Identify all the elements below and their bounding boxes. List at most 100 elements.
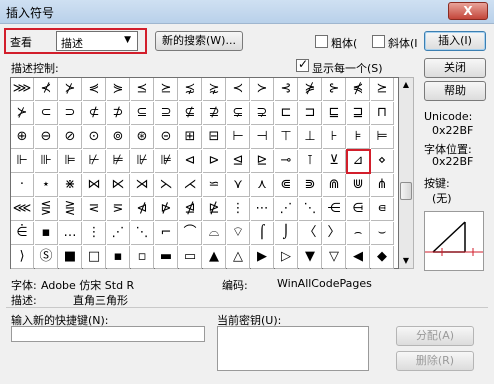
symbol-cell[interactable]: ⋔: [371, 174, 394, 197]
symbol-cell[interactable]: ⊏: [275, 102, 298, 125]
symbol-cell[interactable]: ⊲: [179, 150, 202, 173]
symbol-cell[interactable]: ⌡: [275, 222, 298, 245]
symbol-cell[interactable]: ⊊: [227, 102, 250, 125]
symbol-cell[interactable]: ⋲: [323, 198, 346, 221]
symbol-cell[interactable]: ▫: [131, 246, 154, 269]
symbol-cell[interactable]: ⊟: [203, 126, 226, 149]
symbol-cell[interactable]: ⋟: [107, 78, 130, 101]
symbol-cell[interactable]: ⋮: [83, 222, 106, 245]
symbol-cell[interactable]: ⊙: [83, 126, 106, 149]
symbol-cell[interactable]: ⪰: [155, 78, 178, 101]
symbol-cell[interactable]: ⊉: [203, 102, 226, 125]
symbol-cell[interactable]: ⊒: [347, 102, 370, 125]
symbol-cell[interactable]: ⊭: [107, 150, 130, 173]
symbol-cell[interactable]: ⊞: [179, 126, 202, 149]
symbol-cell[interactable]: ⊫: [59, 150, 82, 173]
symbol-cell[interactable]: ▼: [299, 246, 322, 269]
symbol-cell[interactable]: …: [59, 222, 82, 245]
symbol-cell[interactable]: ⊺: [299, 150, 322, 173]
symbol-cell[interactable]: ▶: [251, 246, 274, 269]
symbol-cell[interactable]: ⊕: [11, 126, 34, 149]
symbol-cell[interactable]: ⊁: [59, 78, 82, 101]
symbol-cell[interactable]: ·: [11, 174, 34, 197]
symbol-cell[interactable]: ⋈: [83, 174, 106, 197]
scroll-down-icon[interactable]: ▼: [399, 254, 413, 268]
symbol-cell[interactable]: ⪯: [131, 78, 154, 101]
symbol-cell[interactable]: ⊘: [59, 126, 82, 149]
symbol-cell[interactable]: ⋙: [11, 78, 34, 101]
symbol-cell[interactable]: ⋉: [107, 174, 130, 197]
symbol-cell[interactable]: ⋓: [347, 174, 370, 197]
scroll-up-icon[interactable]: ▲: [399, 78, 413, 92]
symbol-cell[interactable]: ⋠: [347, 78, 370, 101]
view-select[interactable]: 描述 ▼: [56, 31, 138, 51]
symbol-cell[interactable]: ⋒: [323, 174, 346, 197]
symbol-cell[interactable]: ⊻: [323, 150, 346, 173]
symbol-cell[interactable]: ◆: [371, 246, 394, 269]
symbol-cell[interactable]: ⋛: [59, 198, 82, 221]
symbol-cell[interactable]: ⊤: [275, 126, 298, 149]
symbol-cell[interactable]: ⊴: [227, 150, 250, 173]
symbol-cell[interactable]: ⋵: [11, 222, 34, 245]
symbol-cell[interactable]: ▪: [35, 222, 58, 245]
symbol-cell[interactable]: ⊂: [35, 102, 58, 125]
show-each-checkbox[interactable]: [296, 57, 309, 72]
symbol-cell[interactable]: ⋫: [155, 198, 178, 221]
symbol-cell[interactable]: ⊀: [35, 78, 58, 101]
symbol-cell[interactable]: ⌐: [155, 222, 178, 245]
symbol-cell[interactable]: ⊿: [346, 149, 371, 174]
symbol-cell[interactable]: ⋨: [179, 78, 202, 101]
current-keys-list[interactable]: [217, 326, 369, 371]
symbol-cell[interactable]: ⊇: [155, 102, 178, 125]
symbol-cell[interactable]: ▬: [155, 246, 178, 269]
symbol-cell[interactable]: ⊄: [83, 102, 106, 125]
help-button[interactable]: 帮助: [424, 81, 486, 101]
symbol-cell[interactable]: ⊨: [371, 126, 394, 149]
symbol-cell[interactable]: ⋆: [35, 174, 58, 197]
symbol-cell[interactable]: □: [83, 246, 106, 269]
remove-button[interactable]: 删除(R): [396, 351, 474, 371]
symbol-cell[interactable]: ⋴: [371, 198, 394, 221]
symbol-cell[interactable]: ⟩: [11, 246, 34, 269]
symbol-cell[interactable]: ⊋: [251, 102, 274, 125]
symbol-cell[interactable]: ⋍: [203, 174, 226, 197]
grid-scrollbar[interactable]: ▲ ▼: [399, 77, 414, 269]
symbol-cell[interactable]: ⋐: [275, 174, 298, 197]
bold-checkbox[interactable]: [315, 35, 328, 48]
symbol-cell[interactable]: ⊰: [275, 78, 298, 101]
symbol-cell[interactable]: ⊐: [299, 102, 322, 125]
symbol-cell[interactable]: ⋊: [131, 174, 154, 197]
scroll-thumb[interactable]: [400, 182, 412, 200]
symbol-cell[interactable]: ⊣: [251, 126, 274, 149]
symbol-cell[interactable]: ⊪: [35, 150, 58, 173]
symbol-cell[interactable]: ⋯: [251, 198, 274, 221]
symbol-cell[interactable]: ⋩: [203, 78, 226, 101]
symbol-cell[interactable]: ⋱: [299, 198, 322, 221]
symbol-cell[interactable]: ⋱: [131, 222, 154, 245]
symbol-cell[interactable]: ⋚: [35, 198, 58, 221]
symbol-cell[interactable]: ⋮: [227, 198, 250, 221]
symbol-cell[interactable]: ⊖: [35, 126, 58, 149]
symbol-cell[interactable]: ≺: [227, 78, 250, 101]
symbol-cell[interactable]: ⊦: [323, 126, 346, 149]
symbol-cell[interactable]: ⌔: [227, 222, 250, 245]
symbol-cell[interactable]: ⊈: [179, 102, 202, 125]
symbol-cell[interactable]: ◀: [347, 246, 370, 269]
symbol-cell[interactable]: ⋡: [299, 78, 322, 101]
symbol-cell[interactable]: ⊢: [227, 126, 250, 149]
symbol-cell[interactable]: ⋌: [179, 174, 202, 197]
symbol-cell[interactable]: ⊓: [371, 102, 394, 125]
symbol-cell[interactable]: ⋰: [107, 222, 130, 245]
symbol-cell[interactable]: ⊚: [107, 126, 130, 149]
symbol-cell[interactable]: ▷: [275, 246, 298, 269]
symbol-cell[interactable]: ⌠: [251, 222, 274, 245]
symbol-cell[interactable]: ⋬: [179, 198, 202, 221]
symbol-cell[interactable]: ⋰: [275, 198, 298, 221]
symbol-cell[interactable]: ⊸: [275, 150, 298, 173]
symbol-cell[interactable]: ⊯: [155, 150, 178, 173]
symbol-cell[interactable]: ⋑: [299, 174, 322, 197]
symbol-cell[interactable]: ⊳: [203, 150, 226, 173]
new-key-input[interactable]: [11, 326, 205, 342]
symbol-cell[interactable]: ⋜: [83, 198, 106, 221]
symbol-cell[interactable]: ⋋: [155, 174, 178, 197]
